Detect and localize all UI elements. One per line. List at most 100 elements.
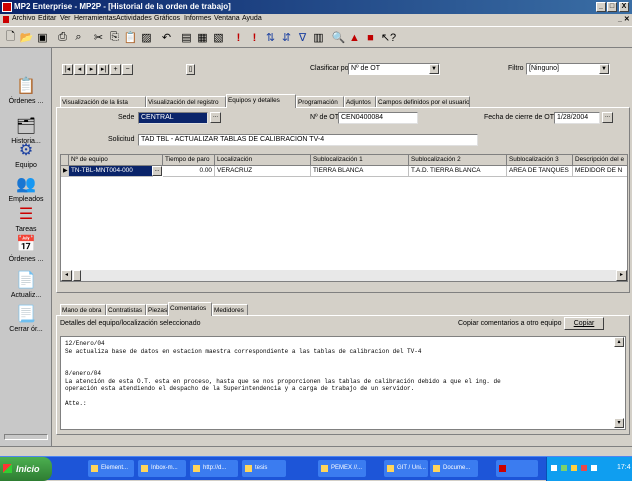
menu-graficos[interactable]: Gráficos: [154, 15, 180, 22]
copy-button[interactable]: Copiar: [564, 317, 604, 330]
task-docume[interactable]: Docume...: [430, 460, 478, 477]
grid-icon[interactable]: ▦: [195, 30, 210, 45]
undo-icon[interactable]: ↶: [159, 30, 174, 45]
column-header[interactable]: Sublocalización 3: [507, 155, 573, 166]
menu-informes[interactable]: Informes: [184, 15, 211, 22]
start-button[interactable]: Inicio: [0, 457, 52, 481]
stop-icon[interactable]: ■: [363, 30, 378, 45]
table-cell[interactable]: MEDIDOR DE N: [573, 166, 627, 177]
sort-select[interactable]: Nº de OT ▼: [348, 63, 440, 75]
new-icon[interactable]: 🗋: [3, 30, 18, 45]
table-cell[interactable]: AREA DE TANQUES: [507, 166, 573, 177]
scroll-right-icon[interactable]: ▸: [616, 270, 627, 281]
alert-icon[interactable]: !: [231, 30, 246, 45]
task-tesis[interactable]: tesis: [242, 460, 286, 477]
ordenes-button[interactable]: 📋 Órdenes ...: [3, 74, 49, 114]
close-button[interactable]: X: [619, 2, 629, 12]
print-icon[interactable]: ⎙: [55, 30, 70, 45]
task-pemex[interactable]: PEMEX //...: [318, 460, 366, 477]
scroll-down-icon[interactable]: ▾: [614, 418, 624, 428]
clear-icon[interactable]: ▨: [139, 30, 154, 45]
table-cell[interactable]: TIERRA BLANCA: [311, 166, 409, 177]
form-icon[interactable]: ▤: [179, 30, 194, 45]
scroll-left-icon[interactable]: ◂: [61, 270, 72, 281]
fecha-field[interactable]: 1/28/2004: [554, 112, 600, 124]
prev-record-button[interactable]: ◂: [74, 64, 85, 75]
row-pointer-icon[interactable]: ▶: [61, 166, 69, 177]
task-mp2[interactable]: [496, 460, 538, 477]
sort-descending-icon[interactable]: ⇵: [279, 30, 294, 45]
task-element[interactable]: Element...: [88, 460, 134, 477]
grid-horizontal-scrollbar[interactable]: ◂ ▸: [61, 270, 627, 281]
open-icon[interactable]: 📂: [19, 30, 34, 45]
ordenes2-button[interactable]: 📅 Órdenes ...: [3, 232, 49, 272]
save-icon[interactable]: ▣: [35, 30, 50, 45]
tab-comments[interactable]: Comentarios: [168, 302, 212, 316]
column-header[interactable]: Nº de equipo: [69, 155, 163, 166]
column-header[interactable]: Descripción del e: [573, 155, 627, 166]
equipment-lookup-button[interactable]: ...: [152, 166, 162, 176]
query-icon[interactable]: ▥: [311, 30, 326, 45]
comments-textarea[interactable]: 12/Enero/04 Se actualiza base de datos e…: [60, 336, 626, 430]
menu-ventana[interactable]: Ventana: [214, 15, 240, 22]
copy-icon[interactable]: ⎘: [107, 30, 122, 45]
volume-icon[interactable]: [591, 465, 597, 471]
scroll-thumb[interactable]: [73, 270, 81, 281]
left-toolbar-scroll[interactable]: [4, 434, 48, 440]
task-inbox[interactable]: Inbox-m...: [138, 460, 186, 477]
task-git[interactable]: GIT / Uni...: [384, 460, 428, 477]
column-header[interactable]: Localización: [215, 155, 311, 166]
menu-herramientas[interactable]: Herramientas: [74, 15, 116, 22]
add-record-button[interactable]: +: [110, 64, 121, 75]
scroll-up-icon[interactable]: ▴: [614, 337, 624, 347]
column-header[interactable]: Sublocalización 1: [311, 155, 409, 166]
record-view-icon[interactable]: ▯: [186, 64, 195, 75]
print-preview-icon[interactable]: ⌕: [71, 30, 86, 45]
sort-ascending-icon[interactable]: ⇅: [263, 30, 278, 45]
bookmark-icon[interactable]: ▲: [347, 30, 362, 45]
report-icon[interactable]: ▧: [211, 30, 226, 45]
help-icon[interactable]: ↖?: [381, 30, 396, 45]
menu-ayuda[interactable]: Ayuda: [242, 15, 262, 22]
menu-ver[interactable]: Ver: [60, 15, 71, 22]
column-header[interactable]: Sublocalización 2: [409, 155, 507, 166]
filter-value: [Ninguno]: [529, 65, 559, 72]
solicitud-field[interactable]: TAD TBL - ACTUALIZAR TABLAS DE CALIBRACI…: [138, 134, 478, 146]
column-header[interactable]: Tiempo de paro: [163, 155, 215, 166]
tasks-icon: ☰: [18, 206, 34, 223]
cut-icon[interactable]: ✂: [91, 30, 106, 45]
tray-app-icon[interactable]: [571, 465, 577, 471]
table-cell[interactable]: TN-TBL-MNT004-000: [69, 166, 153, 177]
sede-lookup-button[interactable]: ...: [210, 112, 221, 123]
table-cell[interactable]: VERACRUZ: [215, 166, 311, 177]
ot-field[interactable]: CEN0400084: [338, 112, 418, 124]
next-record-button[interactable]: ▸: [86, 64, 97, 75]
maximize-button[interactable]: □: [607, 2, 617, 12]
tab-equipment-details[interactable]: Equipos y detalles: [226, 94, 296, 108]
windows-logo-icon: [3, 464, 12, 473]
equipo-button[interactable]: ⚙ Equipo: [3, 138, 49, 170]
find-icon[interactable]: 🔍: [331, 30, 346, 45]
delete-record-button[interactable]: −: [122, 64, 133, 75]
sede-field[interactable]: CENTRAL: [138, 112, 208, 124]
first-record-button[interactable]: |◂: [62, 64, 73, 75]
fecha-picker-button[interactable]: ...: [602, 112, 613, 123]
filter-icon[interactable]: ∇: [295, 30, 310, 45]
table-cell[interactable]: T.A.D. TIERRA BLANCA: [409, 166, 507, 177]
last-record-button[interactable]: ▸|: [98, 64, 109, 75]
menu-archivo[interactable]: Archivo: [12, 15, 35, 22]
alert-two-icon[interactable]: !: [247, 30, 262, 45]
cerrar-button[interactable]: 📃 Cerrar ór...: [3, 302, 49, 342]
tray-app-icon[interactable]: [561, 465, 567, 471]
task-browser[interactable]: http://d...: [190, 460, 238, 477]
paste-icon[interactable]: 📋: [123, 30, 138, 45]
tray-app-icon[interactable]: [581, 465, 587, 471]
table-cell[interactable]: 0.00: [163, 166, 215, 177]
network-icon[interactable]: [551, 465, 557, 471]
filter-select[interactable]: [Ninguno] ▼: [526, 63, 610, 75]
mdi-controls[interactable]: _ ✕: [618, 15, 630, 23]
minimize-button[interactable]: _: [596, 2, 606, 12]
menu-actividades[interactable]: Actividades: [116, 15, 152, 22]
menu-editar[interactable]: Editar: [38, 15, 56, 22]
clock[interactable]: 17:4: [617, 464, 631, 471]
